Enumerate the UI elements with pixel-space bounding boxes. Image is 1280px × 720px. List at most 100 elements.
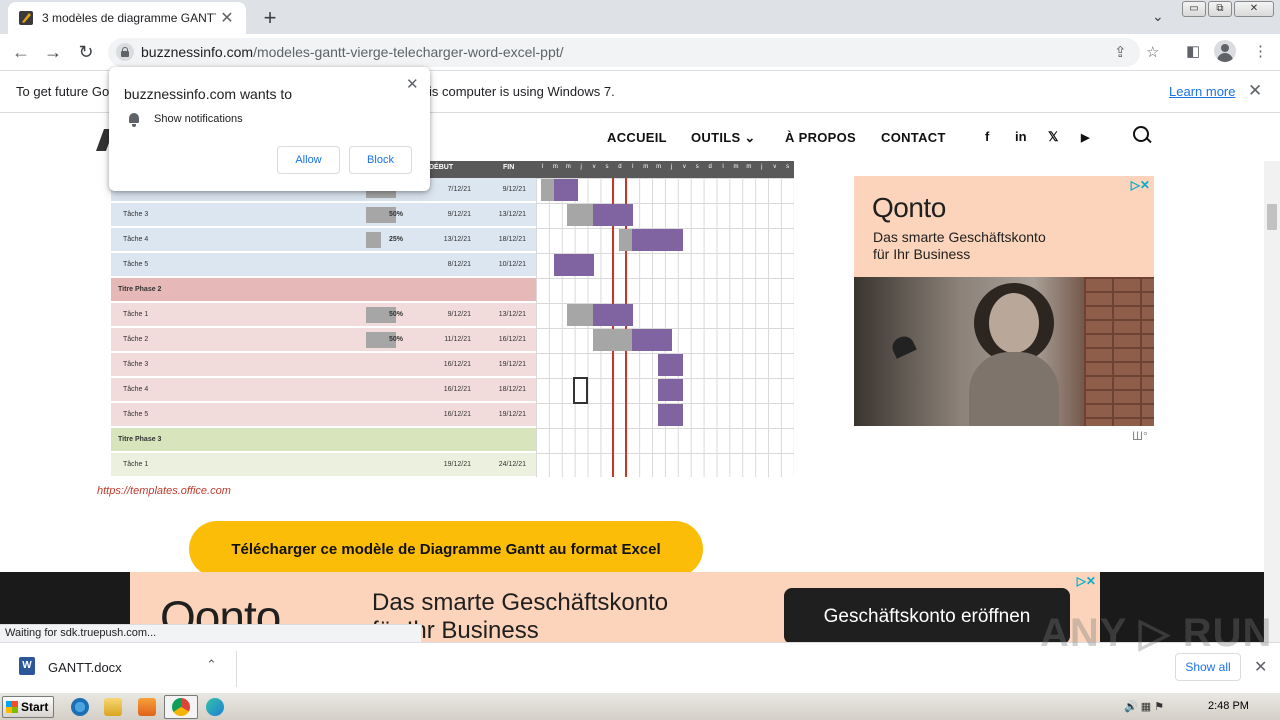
gantt-task-label: Tâche 1: [123, 461, 149, 468]
gantt-end-date: 19/12/21: [498, 361, 526, 368]
status-bubble: Waiting for sdk.truepush.com...: [0, 624, 422, 642]
restore-button[interactable]: ⧉: [1208, 1, 1232, 17]
edge-icon[interactable]: [206, 698, 224, 716]
gantt-day-letter: j: [580, 164, 582, 170]
side-ad-banner[interactable]: Qonto Das smarte Geschäftskonto für Ihr …: [854, 176, 1154, 426]
lock-icon[interactable]: [116, 43, 134, 61]
reload-button[interactable]: ↻: [74, 40, 98, 64]
gantt-task-row: Tâche 1 50% 9/12/21 13/12/21: [111, 303, 536, 327]
info-bar-text-left: To get future Go: [16, 84, 110, 99]
ad-photo: [854, 277, 1154, 426]
page-scrollbar[interactable]: [1264, 161, 1280, 642]
facebook-icon[interactable]: f: [985, 129, 989, 144]
gantt-day-letter: v: [592, 164, 596, 170]
x-twitter-icon[interactable]: 𝕏: [1048, 129, 1058, 145]
chevron-down-icon: ⌄: [744, 130, 756, 145]
source-link[interactable]: https://templates.office.com: [97, 485, 231, 497]
tab-title: 3 modèles de diagramme GANTT vie: [42, 11, 216, 25]
gantt-day-letter: j: [670, 164, 673, 170]
learn-more-link[interactable]: Learn more: [1169, 84, 1235, 99]
side-panel-icon[interactable]: ◧: [1186, 42, 1200, 60]
gantt-task-row: Tâche 3 50% 9/12/21 13/12/21: [111, 203, 536, 227]
gantt-chart-image: DÉBUT FIN lmmjvsdlmmjvsdlmmjvs Tâche 280…: [111, 161, 794, 477]
gantt-day-letter: j: [761, 164, 763, 170]
new-tab-button[interactable]: +: [258, 5, 282, 31]
chrome-menu-icon[interactable]: ⋮: [1253, 42, 1268, 60]
bottom-ad-choices-icon[interactable]: ▷✕: [1077, 574, 1096, 588]
gantt-phase-title: Titre Phase 2: [118, 286, 162, 293]
ie-icon[interactable]: [71, 698, 89, 716]
gantt-task-label: Tâche 3: [123, 211, 149, 218]
minimize-button[interactable]: ▭: [1182, 1, 1206, 17]
close-window-button[interactable]: ✕: [1234, 1, 1274, 17]
gantt-bar: [567, 204, 593, 226]
gantt-end-date: 10/12/21: [498, 261, 526, 268]
show-all-button[interactable]: Show all: [1175, 653, 1241, 681]
gantt-day-letter: m: [643, 164, 649, 170]
gantt-day-letter: s: [695, 164, 699, 170]
nav-contact[interactable]: CONTACT: [881, 130, 946, 145]
gantt-task-label: Tâche 4: [123, 236, 149, 243]
chevron-up-icon[interactable]: ⌃: [206, 657, 217, 673]
block-button[interactable]: Block: [349, 146, 412, 174]
gantt-task-label: Tâche 2: [123, 336, 149, 343]
gantt-day-letter: m: [565, 164, 571, 170]
bell-icon: [127, 113, 141, 127]
gantt-task-label: Tâche 3: [123, 361, 149, 368]
profile-avatar-icon[interactable]: [1214, 40, 1236, 62]
gantt-task-label: Tâche 5: [123, 261, 149, 268]
ad-logo: Qonto: [872, 192, 946, 223]
forward-button[interactable]: →: [41, 40, 65, 64]
gantt-start-date: 9/12/21: [447, 311, 471, 318]
gantt-bar: [593, 329, 633, 351]
gantt-header-end: FIN: [503, 164, 515, 171]
tab-close-icon[interactable]: ✕: [218, 8, 236, 28]
explorer-icon[interactable]: [104, 698, 122, 716]
nav-a-propos[interactable]: À PROPOS: [785, 130, 856, 145]
window-controls: ▭ ⧉ ✕: [1182, 1, 1274, 17]
ad-provider-icon[interactable]: Ш°: [1132, 429, 1148, 443]
download-file-name[interactable]: GANTT.docx: [48, 660, 122, 675]
bottom-ad-cta-button[interactable]: Geschäftskonto eröffnen: [784, 588, 1070, 642]
gantt-end-date: 16/12/21: [498, 336, 526, 343]
back-button[interactable]: ←: [9, 40, 33, 64]
gantt-day-letter: l: [541, 164, 544, 170]
tab-active[interactable]: 3 modèles de diagramme GANTT vie ✕: [8, 2, 246, 34]
download-shelf-close-icon[interactable]: ✕: [1254, 657, 1267, 677]
linkedin-icon[interactable]: in: [1015, 129, 1027, 144]
gantt-start-date: 16/12/21: [443, 411, 471, 418]
nav-outils[interactable]: OUTILS ⌄: [691, 130, 756, 146]
bookmark-star-icon[interactable]: ☆: [1146, 43, 1159, 61]
start-button[interactable]: Start: [2, 696, 54, 718]
gantt-end-date: 18/12/21: [498, 236, 526, 243]
youtube-icon[interactable]: ▶: [1081, 131, 1089, 144]
clock[interactable]: 2:48 PM: [1208, 700, 1249, 712]
search-icon[interactable]: [1133, 126, 1153, 146]
gantt-end-date: 13/12/21: [498, 311, 526, 318]
download-excel-button[interactable]: Télécharger ce modèle de Diagramme Gantt…: [189, 521, 703, 572]
gantt-task-row: Tâche 1 19/12/21 24/12/21: [111, 453, 536, 477]
gantt-bar: [658, 354, 683, 376]
site-favicon-icon: [19, 11, 33, 25]
ad-photo-lamp: [889, 333, 917, 359]
url-text[interactable]: buzznessinfo.com/modeles-gantt-vierge-te…: [141, 44, 564, 60]
allow-button[interactable]: Allow: [277, 146, 340, 174]
url-host: buzznessinfo.com: [141, 44, 254, 60]
ad-choices-icon[interactable]: ▷✕: [1131, 178, 1150, 192]
gantt-day-letter: m: [733, 164, 739, 170]
permission-close-icon[interactable]: ✕: [406, 75, 419, 93]
system-tray-icons[interactable]: 🔊 ▦ ⚑: [1124, 700, 1164, 713]
share-icon[interactable]: ⇪: [1114, 43, 1127, 61]
nav-accueil[interactable]: ACCUEIL: [607, 130, 667, 145]
tab-search-icon[interactable]: ⌄: [1152, 8, 1164, 25]
text-cursor-icon: [573, 377, 588, 404]
scrollbar-thumb[interactable]: [1267, 204, 1277, 230]
gantt-percent: 50%: [389, 336, 404, 343]
gantt-start-date: 8/12/21: [447, 261, 471, 268]
gantt-bar: [619, 229, 632, 251]
browser-toolbar: ← → ↻ buzznessinfo.com/modeles-gantt-vie…: [0, 34, 1280, 71]
ad-photo-body: [969, 352, 1059, 426]
media-player-icon[interactable]: [138, 698, 156, 716]
info-bar-close-icon[interactable]: ✕: [1248, 81, 1262, 101]
address-bar[interactable]: buzznessinfo.com/modeles-gantt-vierge-te…: [108, 38, 1159, 67]
